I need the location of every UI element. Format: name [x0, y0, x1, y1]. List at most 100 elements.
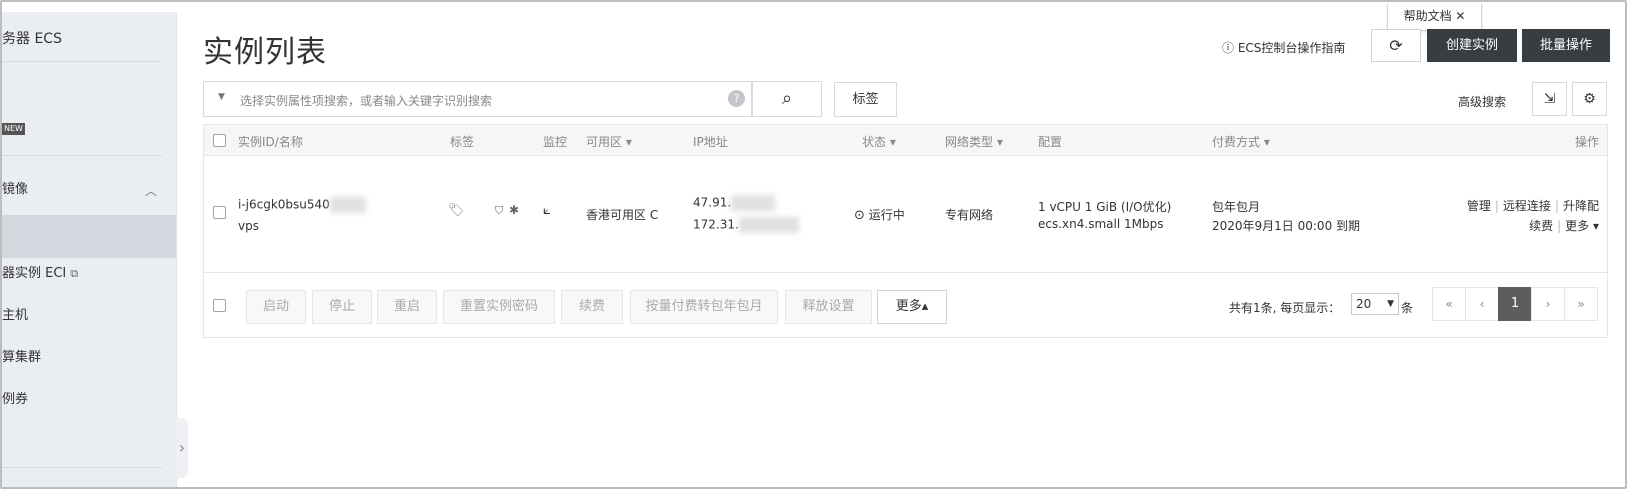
export-button[interactable]: ⇲	[1532, 82, 1567, 116]
help-icon[interactable]: ?	[728, 90, 745, 107]
sidebar-collapse-handle[interactable]: ›	[176, 418, 188, 478]
select-all-checkbox[interactable]	[213, 134, 226, 147]
redacted-text	[731, 195, 776, 211]
agent-gear-icon[interactable]: ✱	[509, 203, 519, 217]
network-cell: 专有网络	[945, 208, 994, 222]
running-status-icon: ⊙	[854, 208, 865, 223]
instance-id-text: i-j6cgk0bsu540	[238, 197, 330, 212]
column-header-status[interactable]: 状态 ▾	[862, 133, 896, 150]
console-guide-link[interactable]: ⓘ ECS控制台操作指南	[1222, 39, 1345, 56]
search-button[interactable]: ⌕	[752, 81, 822, 117]
pager-info: 共有1条, 每页显示：	[1229, 301, 1341, 315]
manage-link[interactable]: 管理	[1467, 199, 1491, 213]
remote-connect-link[interactable]: 远程连接	[1503, 199, 1551, 213]
page-title: 实例列表	[203, 35, 327, 70]
start-button[interactable]: 启动	[246, 290, 306, 324]
instance-name: vps	[238, 219, 259, 233]
private-ip: 172.31.	[693, 217, 799, 233]
search-icon: ⌕	[781, 88, 793, 109]
guide-link-label: ECS控制台操作指南	[1237, 41, 1346, 55]
page-1-button[interactable]: 1	[1498, 287, 1532, 321]
console-window: 务器 ECS NEW 镜像 ︿ 器实例 ECI ⧉ 主机 算集群 例券 › 实例列…	[0, 0, 1627, 489]
next-page-button[interactable]: ›	[1531, 287, 1565, 321]
restart-button[interactable]: 重启	[377, 290, 437, 324]
search-placeholder: 选择实例属性项搜索，或者输入关键字识别搜索	[240, 94, 493, 108]
config-line-2: ecs.xn4.small 1Mbps	[1038, 217, 1164, 231]
more-button[interactable]: 更多▴	[877, 290, 947, 324]
column-header-billing[interactable]: 付费方式 ▾	[1212, 133, 1270, 150]
column-header-monitor: 监控	[543, 135, 568, 149]
prev-page-button[interactable]: ‹	[1465, 287, 1499, 321]
advanced-search-link[interactable]: 高级搜索	[1458, 93, 1506, 110]
sidebar: 务器 ECS NEW 镜像 ︿ 器实例 ECI ⧉ 主机 算集群 例券	[2, 12, 177, 487]
page-size-value: 20	[1356, 297, 1372, 311]
reset-password-button[interactable]: 重置实例密码	[443, 290, 555, 324]
resize-link[interactable]: 升降配	[1563, 199, 1599, 213]
pager-unit: 条	[1401, 301, 1414, 315]
config-line-1: 1 vCPU 1 GiB (I/O优化)	[1038, 200, 1172, 214]
row-actions-line-2: 续费 | 更多 ▾	[1529, 217, 1599, 234]
footer-select-all-checkbox[interactable]	[213, 299, 226, 312]
search-input[interactable]: ▼ 选择实例属性项搜索，或者输入关键字识别搜索 ?	[203, 81, 752, 117]
sidebar-divider	[2, 467, 162, 468]
column-header-ip: IP地址	[693, 135, 728, 149]
sidebar-item-images[interactable]: 镜像	[2, 178, 28, 197]
status-text: 运行中	[868, 208, 905, 222]
security-shield-icon[interactable]: ⛉	[495, 204, 503, 218]
gear-icon: ⚙	[1583, 91, 1596, 107]
status-cell: ⊙ 运行中	[854, 206, 905, 223]
page-size-select[interactable]: 20 ▼	[1351, 293, 1399, 315]
divider: |	[1554, 199, 1559, 213]
more-actions-link[interactable]: 更多 ▾	[1565, 219, 1599, 233]
external-link-icon: ⧉	[70, 267, 79, 280]
sidebar-item-selected[interactable]	[2, 215, 176, 258]
sidebar-item-coupon[interactable]: 例券	[2, 388, 28, 407]
row-actions-line-1: 管理 | 远程连接 | 升降配	[1467, 197, 1599, 214]
settings-button[interactable]: ⚙	[1572, 82, 1607, 116]
stop-button[interactable]: 停止	[312, 290, 372, 324]
renew-link[interactable]: 续费	[1529, 219, 1553, 233]
renew-button[interactable]: 续费	[561, 290, 623, 324]
column-header-id: 实例ID/名称	[238, 135, 303, 149]
billing-line-2: 2020年9月1日 00:00 到期	[1212, 219, 1361, 233]
column-header-network[interactable]: 网络类型 ▾	[945, 133, 1003, 150]
caret-down-icon[interactable]: ▼	[218, 92, 225, 102]
first-page-button[interactable]: «	[1432, 287, 1466, 321]
help-docs-tab[interactable]: 帮助文档 ✕	[1387, 4, 1482, 31]
chevron-up-icon[interactable]: ︿	[145, 182, 157, 199]
monitor-chart-icon[interactable]: ⟀	[543, 203, 551, 218]
public-ip: 47.91.	[693, 195, 776, 211]
row-checkbox[interactable]	[213, 206, 226, 219]
refresh-button[interactable]: ⟳	[1371, 29, 1421, 62]
sidebar-divider	[2, 61, 162, 62]
question-circle-icon: ⓘ	[1222, 41, 1235, 55]
instance-table: 实例ID/名称 标签 监控 可用区 ▾ IP地址 状态 ▾ 网络类型 ▾ 配置 …	[203, 124, 1608, 338]
divider: |	[1557, 219, 1562, 233]
private-ip-text: 172.31.	[693, 217, 739, 232]
tag-icon[interactable]: 🏷	[448, 203, 465, 218]
public-ip-text: 47.91.	[693, 195, 732, 210]
sidebar-item-eci[interactable]: 器实例 ECI ⧉	[2, 262, 78, 281]
table-row: i-j6cgk0bsu540 vps 🏷 ⛉ ✱ ⟀ 香港可用区 C 47.91…	[204, 156, 1607, 273]
divider: |	[1494, 199, 1499, 213]
column-header-actions: 操作	[1575, 135, 1600, 149]
create-instance-button[interactable]: 创建实例	[1427, 29, 1517, 62]
last-page-button[interactable]: »	[1564, 287, 1598, 321]
tag-button[interactable]: 标签	[834, 82, 897, 117]
redacted-text	[738, 217, 799, 233]
batch-operation-button[interactable]: 批量操作	[1522, 29, 1610, 62]
zone-cell: 香港可用区 C	[586, 208, 659, 222]
billing-line-1: 包年包月	[1212, 200, 1261, 214]
sidebar-item-host[interactable]: 主机	[2, 304, 28, 323]
convert-billing-button[interactable]: 按量付费转包年包月	[630, 290, 778, 324]
release-settings-button[interactable]: 释放设置	[785, 290, 872, 324]
export-icon: ⇲	[1543, 91, 1556, 107]
column-header-zone[interactable]: 可用区 ▾	[586, 133, 632, 150]
sidebar-item-cluster[interactable]: 算集群	[2, 346, 41, 365]
table-header: 实例ID/名称 标签 监控 可用区 ▾ IP地址 状态 ▾ 网络类型 ▾ 配置 …	[204, 125, 1607, 156]
column-header-config: 配置	[1038, 135, 1063, 149]
instance-id[interactable]: i-j6cgk0bsu540	[238, 197, 366, 213]
new-badge: NEW	[2, 123, 25, 135]
sidebar-title[interactable]: 务器 ECS	[2, 28, 62, 48]
column-header-tags: 标签	[450, 135, 475, 149]
